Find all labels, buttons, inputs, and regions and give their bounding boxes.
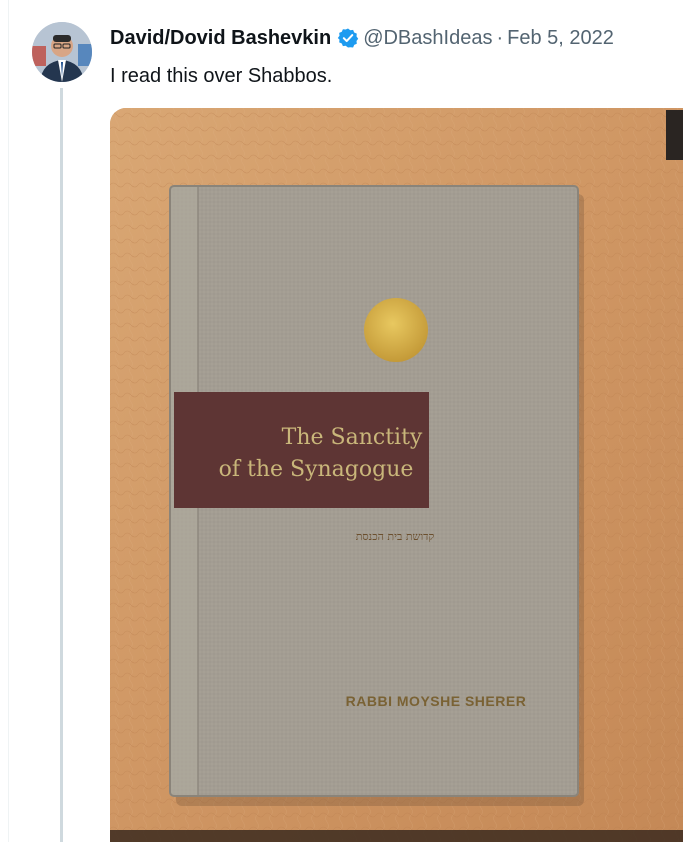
tweet-header: David/Dovid Bashevkin @DBashIdeas · Feb … (110, 24, 683, 52)
tweet-frame: David/Dovid Bashevkin @DBashIdeas · Feb … (0, 0, 683, 842)
tweet-date[interactable]: Feb 5, 2022 (507, 24, 614, 52)
book-author: RABBI MOYSHE SHERER (346, 693, 527, 709)
book-hebrew-subtitle: קדושת בית הכנסת (356, 530, 435, 543)
verified-badge-icon[interactable] (337, 27, 359, 49)
separator-dot: · (496, 27, 504, 49)
title-band (174, 392, 429, 508)
book-title-line1: The Sanctity (282, 425, 423, 450)
user-handle[interactable]: @DBashIdeas (363, 24, 492, 52)
thread-connector-line (60, 88, 63, 842)
avatar[interactable] (32, 22, 92, 82)
avatar-image (32, 22, 92, 82)
display-name[interactable]: David/Dovid Bashevkin (110, 24, 331, 52)
book-title-line2: of the Synagogue (219, 457, 414, 482)
tweet-photo[interactable]: The Sanctity of the Synagogue קדושת בית … (110, 108, 683, 842)
timeline-border (8, 0, 9, 842)
book-photo: The Sanctity of the Synagogue קדושת בית … (110, 108, 683, 842)
tweet-text: I read this over Shabbos. (110, 65, 333, 87)
gold-seal (364, 298, 428, 362)
